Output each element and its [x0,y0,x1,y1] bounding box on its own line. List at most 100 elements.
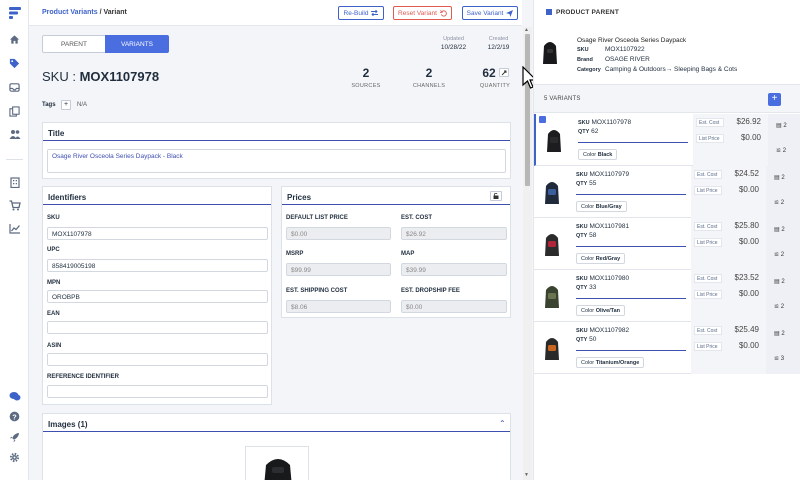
variant-backpack-image [545,338,559,360]
variant-counts: ▤ 2 ≌ 2 [766,166,800,218]
variant-divider [576,194,686,195]
variants-panel: PRODUCT PARENT Osage River Osceola Serie… [533,0,800,480]
variant-color-chip: Color Black [578,149,618,160]
reset-variant-button[interactable]: Reset Variant [393,6,452,20]
variant-sku-key: SKU [576,172,588,178]
breadcrumb: Product Variants / Variant [42,9,127,16]
stat-quantity-value: 62 [482,66,496,80]
ean-field[interactable] [47,321,268,334]
variant-row[interactable]: SKU MOX1107980 QTY 33 Color Olive/Tan Est. … [534,270,800,322]
inbox-icon[interactable] [7,80,22,95]
variant-sku-key: SKU [576,276,588,282]
variant-row[interactable]: SKU MOX1107981 QTY 58 Color Red/Gray Est. C… [534,218,800,270]
identifiers-card: Identifiers SKU MOX1107978 UPC 858419005… [42,186,272,405]
cart-icon[interactable] [7,198,22,213]
title-input[interactable]: Osage River Osceola Series Daypack - Bla… [47,149,506,173]
asin-field[interactable] [47,353,268,366]
quantity-edit-button[interactable] [499,68,509,77]
scroll-down-arrow-icon[interactable]: ▼ [524,472,529,478]
msrp-field[interactable]: $99.99 [286,263,391,276]
scroll-up-arrow-icon[interactable]: ▲ [524,27,529,33]
stat-channels-label: CHANNELS [412,83,446,89]
variant-price-box: Est. Cost $25.80 List Price $0.00 [691,218,766,270]
mpn-field[interactable]: OROBPB [47,290,268,303]
variant-sku-key: SKU [576,328,588,334]
variant-divider [578,142,688,143]
stat-sources: 2 SOURCES [346,66,386,89]
add-variant-button[interactable]: + [768,93,781,106]
copy-icon[interactable] [7,104,22,119]
variant-price-box: Est. Cost $24.52 List Price $0.00 [691,166,766,218]
product-parent-heading: PRODUCT PARENT [556,9,619,16]
tag-icon[interactable] [7,56,22,71]
est-cost-label: Est. Cost [696,118,724,127]
list-price-label: List Price [694,238,722,247]
parent-sku-value: MOX1107922 [605,46,645,53]
est-dropship-fee-field[interactable]: $0.00 [401,300,507,313]
home-icon[interactable] [7,32,22,47]
channels-icon: ≌ [774,356,780,362]
sidebar-divider [6,159,23,160]
product-image-thumbnail[interactable] [245,446,309,480]
tags-label: Tags [42,102,56,108]
variant-color-key: Color [581,308,595,314]
database-icon: ▤ [774,227,780,233]
title-card: Title Osage River Osceola Series Daypack… [42,122,511,179]
settings-icon[interactable] [7,450,22,465]
add-tag-button[interactable]: + [61,100,71,110]
variant-row[interactable]: SKU MOX1107978 QTY 62 Color Black Est. Cost… [534,114,800,166]
sku-field[interactable]: MOX1107978 [47,227,268,240]
users-icon[interactable] [7,127,22,142]
variants-header: 5 VARIANTS + [534,85,800,113]
main-scrollbar-thumb[interactable] [525,34,530,186]
variant-color-chip: Color Blue/Gray [576,201,627,212]
save-variant-label: Save Variant [466,9,504,17]
variant-channels-count: ≌ 3 [774,356,785,362]
default-list-price-label: DEFAULT LIST PRICE [286,215,348,221]
help-icon[interactable]: ? [7,409,22,424]
save-variant-button[interactable]: Save Variant [462,6,518,20]
parent-backpack-image [543,42,557,64]
variant-sources-count: ▤ 2 [774,279,785,285]
variant-row[interactable]: SKU MOX1107979 QTY 55 Color Blue/Gray Est. … [534,166,800,218]
prices-lock-button[interactable] [490,191,502,201]
est-cost-label: Est. Cost [694,170,722,179]
collapse-chevron-icon[interactable]: ⌃ [499,419,506,428]
variant-qty-key: QTY [576,181,588,187]
chat-icon[interactable] [7,389,22,404]
expand-icon [501,70,507,75]
variant-list-price: $0.00 [740,133,761,142]
variant-color-key: Color [581,256,595,262]
ean-field-label: EAN [47,311,60,317]
variant-row[interactable]: SKU MOX1107982 QTY 50 Color Titanium/Orang… [534,322,800,374]
variant-divider [576,298,686,299]
parent-category-key: Category [577,67,601,73]
est-cost-field[interactable]: $26.92 [401,227,507,240]
tab-variants[interactable]: VARIANTS [105,35,169,53]
variant-color-chip: Color Red/Gray [576,253,626,264]
variant-divider [576,350,686,351]
map-field[interactable]: $39.99 [401,263,507,276]
est-shipping-cost-field[interactable]: $8.06 [286,300,391,313]
selected-variant-icon [539,116,546,123]
variant-qty: 50 [589,336,597,343]
images-heading: Images (1) [43,414,510,432]
variant-est-cost: $25.49 [734,325,759,334]
app-logo-icon[interactable] [8,6,22,22]
variant-qty: 62 [591,128,599,135]
rocket-icon[interactable] [7,430,22,445]
rebuild-button[interactable]: Re-Build [338,6,384,20]
reference-identifier-field[interactable] [47,385,268,398]
upc-field[interactable]: 858419005198 [47,259,268,272]
prices-card: Prices DEFAULT LIST PRICE $0.00 EST. COS… [281,186,511,318]
building-icon[interactable] [7,175,22,190]
variant-price-box: Est. Cost $26.92 List Price $0.00 [693,114,768,166]
variant-qty: 58 [589,232,597,239]
variant-color: Black [597,152,613,158]
list-price-label: List Price [694,290,722,299]
tab-parent[interactable]: PARENT [42,35,106,53]
variant-editor: Product Variants / Variant Re-Build Rese… [29,0,522,480]
breadcrumb-parent-link[interactable]: Product Variants [42,9,98,16]
chart-icon[interactable] [7,221,22,236]
default-list-price-field[interactable]: $0.00 [286,227,391,240]
